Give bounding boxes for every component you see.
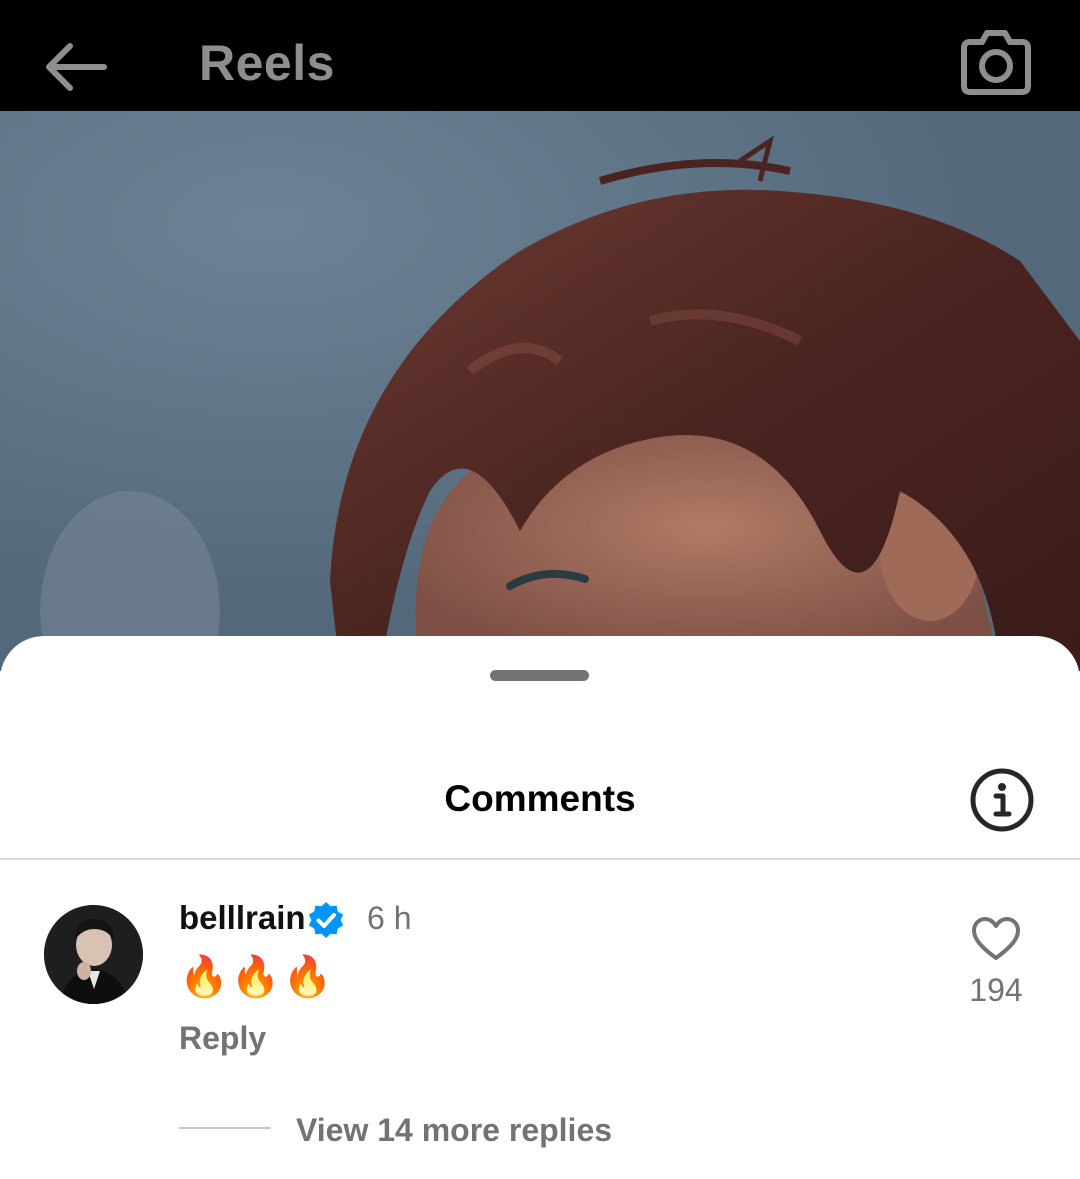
reel-video[interactable] xyxy=(0,111,1080,671)
avatar-image xyxy=(44,905,143,1004)
avatar[interactable] xyxy=(44,905,143,1004)
camera-button[interactable] xyxy=(960,28,1032,98)
replies-divider-line xyxy=(179,1127,271,1129)
comment-text: 🔥🔥🔥 xyxy=(179,954,335,1000)
like-count: 194 xyxy=(969,972,1023,1008)
page-title: Reels xyxy=(199,35,335,91)
view-more-replies-button[interactable]: View 14 more replies xyxy=(296,1112,612,1149)
reply-button[interactable]: Reply xyxy=(179,1020,266,1057)
info-button[interactable] xyxy=(969,767,1035,833)
header-divider xyxy=(0,858,1080,860)
back-button[interactable] xyxy=(40,38,112,96)
comment-timestamp: 6 h xyxy=(367,900,412,936)
heart-outline-icon xyxy=(972,917,1020,960)
comments-title: Comments xyxy=(444,778,636,819)
verified-badge-icon xyxy=(308,902,344,938)
arrow-left-icon xyxy=(46,43,107,91)
reel-video-frame xyxy=(0,111,1080,671)
top-bar: Reels xyxy=(0,0,1080,111)
comment-username[interactable]: belllrain xyxy=(179,899,306,937)
comments-sheet: Comments belllrain 6 h 🔥🔥🔥 Reply 194 Vie… xyxy=(0,636,1080,1179)
sheet-drag-handle[interactable] xyxy=(490,670,589,681)
like-button[interactable] xyxy=(971,916,1021,962)
camera-icon xyxy=(961,30,1031,95)
info-icon xyxy=(970,768,1034,832)
reels-comments-screen: Reels Comments belllrain 6 h 🔥🔥🔥 Reply 1… xyxy=(0,0,1080,1179)
